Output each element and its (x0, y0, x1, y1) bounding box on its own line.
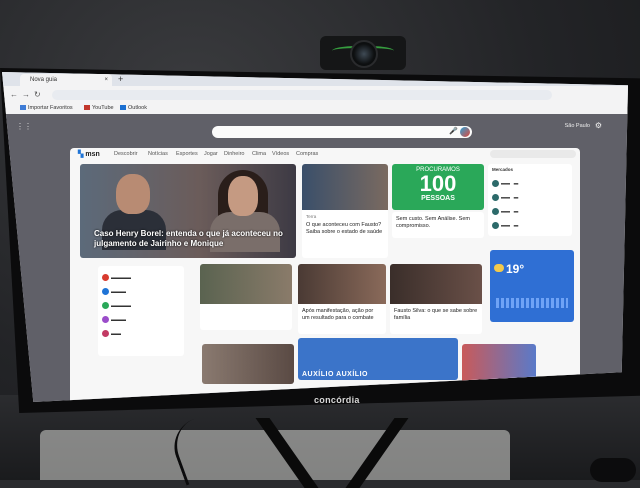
hero-face-2 (228, 176, 258, 216)
monitor-screen: Nova guia × + ← → ↻ Importar Favoritos Y… (2, 72, 628, 402)
browser-tab[interactable]: Nova guia × (20, 74, 112, 86)
news-image-1 (302, 164, 388, 210)
forward-icon[interactable]: → (22, 90, 30, 99)
promo-caption: Sem custo. Sem Análise. Sem compromisso. (396, 216, 470, 229)
news-title-2: Após manifestação, ação por um resultado… (302, 308, 374, 321)
refresh-icon[interactable]: ↻ (34, 90, 41, 99)
news-card-1[interactable]: Terra O que aconteceu com Fausto? Saiba … (302, 164, 388, 258)
msn-nav-bar: ▚ msn Descobrir Notícias Esportes Jogar … (70, 148, 580, 160)
bookmark-import[interactable]: Importar Favoritos (20, 105, 73, 111)
new-tab-icon[interactable]: + (118, 74, 123, 84)
monitor-stand (255, 408, 430, 488)
stand-leg-left (255, 418, 319, 488)
news-banner[interactable]: AUXÍLIO AUXÍLIO (298, 338, 458, 380)
shortcut-icon (102, 302, 109, 309)
nav-noticias[interactable]: Notícias (148, 151, 168, 157)
news-title-1: O que aconteceu com Fausto? Saiba sobre … (306, 222, 383, 235)
banner-text: AUXÍLIO AUXÍLIO (302, 371, 368, 378)
bookmark-youtube[interactable]: YouTube (84, 105, 114, 111)
apps-grid-icon[interactable]: ⋮⋮ (16, 122, 32, 131)
url-input[interactable] (52, 90, 552, 100)
promo-caption-card[interactable]: Sem custo. Sem Análise. Sem compromisso. (392, 212, 484, 238)
market-icon (492, 208, 499, 215)
shortcut-item[interactable]: ▬▬▬ (102, 316, 126, 323)
tab-close-icon[interactable]: × (104, 74, 108, 86)
weather-forecast-strip (496, 298, 568, 308)
msn-logo[interactable]: ▚ msn (78, 150, 100, 158)
news-image-5 (200, 264, 292, 304)
location-label[interactable]: São Paulo (565, 123, 590, 129)
news-image-2 (298, 264, 386, 304)
nav-clima[interactable]: Clima (252, 151, 266, 157)
shortcut-item[interactable]: ▬▬▬▬ (102, 274, 131, 281)
tab-title: Nova guia (30, 77, 58, 83)
news-image-4 (202, 344, 294, 384)
youtube-icon (84, 105, 90, 110)
webcam (320, 36, 406, 70)
nav-compras[interactable]: Compras (296, 151, 318, 157)
shortcut-item[interactable]: ▬▬▬ (102, 288, 126, 295)
msn-shortcuts: ▬▬▬▬ ▬▬▬ ▬▬▬▬ ▬▬▬ ▬▬ (98, 266, 184, 356)
computer-mouse (590, 458, 636, 482)
outlook-icon (120, 105, 126, 110)
import-icon (20, 105, 26, 110)
ad-promo[interactable]: PROCURAMOS 100 PESSOAS (392, 164, 484, 210)
markets-widget[interactable]: Mercados ▬▬ ▬ ▬▬ ▬ ▬▬ ▬ ▬▬ ▬ (488, 164, 572, 236)
new-tab-page: ⋮⋮ 🎤 São Paulo ⚙ ▚ msn Descobrir Notícia… (2, 114, 628, 402)
weather-temperature: 19° (506, 262, 525, 276)
nav-descobrir[interactable]: Descobrir (114, 151, 138, 157)
bookmark-outlook[interactable]: Outlook (120, 105, 147, 111)
hero-story[interactable]: Caso Henry Borel: entenda o que já acont… (80, 164, 296, 258)
news-image-3 (390, 264, 482, 304)
nav-dinheiro[interactable]: Dinheiro (224, 151, 244, 157)
monitor-brand-logo: concórdia (314, 395, 360, 405)
stand-leg-right (345, 418, 409, 488)
shortcut-icon (102, 316, 109, 323)
nav-videos[interactable]: Vídeos (272, 151, 289, 157)
nav-esportes[interactable]: Esportes (176, 151, 198, 157)
msn-search-input[interactable] (490, 150, 576, 158)
market-icon (492, 180, 499, 187)
mic-icon[interactable]: 🎤 (449, 127, 458, 135)
news-card-2[interactable]: Após manifestação, ação por um resultado… (298, 264, 386, 334)
market-row: ▬▬ ▬ (492, 194, 518, 201)
news-card-3[interactable]: Fausto Silva: o que se sabe sobre famíli… (390, 264, 482, 334)
back-icon[interactable]: ← (10, 90, 18, 99)
hero-face-1 (116, 174, 150, 214)
markets-title: Mercados (492, 167, 514, 172)
address-bar-row: ← → ↻ (2, 86, 628, 104)
shortcut-icon (102, 288, 109, 295)
hero-title: Caso Henry Borel: entenda o que já acont… (94, 229, 283, 248)
shortcut-item[interactable]: ▬▬ (102, 330, 121, 337)
gear-icon[interactable]: ⚙ (595, 121, 602, 130)
news-source-1: Terra (306, 214, 317, 219)
shortcut-icon (102, 274, 109, 281)
market-row: ▬▬ ▬ (492, 180, 518, 187)
market-icon (492, 222, 499, 229)
partly-cloudy-icon (494, 264, 504, 272)
news-card-5[interactable] (200, 264, 292, 330)
shortcut-item[interactable]: ▬▬▬▬ (102, 302, 131, 309)
news-title-3: Fausto Silva: o que se sabe sobre famíli… (394, 308, 478, 321)
msn-feed: ▚ msn Descobrir Notícias Esportes Jogar … (70, 148, 580, 402)
market-row: ▬▬ ▬ (492, 208, 518, 215)
promo-line-2: PESSOAS (421, 195, 455, 202)
webcam-lens (350, 40, 378, 68)
news-card-4[interactable] (202, 344, 294, 384)
bookmarks-bar: Importar Favoritos YouTube Outlook (2, 104, 628, 114)
market-row: ▬▬ ▬ (492, 222, 518, 229)
web-search-input[interactable]: 🎤 (212, 126, 472, 138)
market-icon (492, 194, 499, 201)
promo-number: 100 (419, 171, 457, 196)
bing-icon[interactable] (460, 127, 470, 137)
shortcut-icon (102, 330, 109, 337)
nav-jogar[interactable]: Jogar (204, 151, 218, 157)
weather-widget[interactable]: 19° (490, 250, 574, 322)
